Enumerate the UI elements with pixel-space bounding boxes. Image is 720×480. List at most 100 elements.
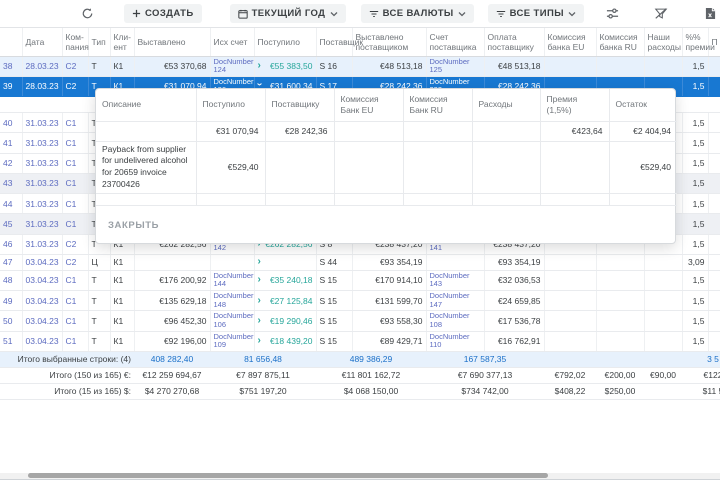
cell-invoice: DocNumber 109 — [210, 331, 255, 352]
types-select[interactable]: ВСЕ ТИПЫ — [487, 4, 584, 23]
chevron-down-icon — [330, 11, 338, 16]
cell-type: Т — [88, 331, 111, 352]
cell-profit — [708, 132, 720, 154]
cell-fee-eu — [544, 290, 597, 312]
cell-supplier: S 15 — [316, 331, 353, 352]
column-header[interactable]: Исх счет — [210, 28, 255, 57]
column-header[interactable]: Наши расходы — [644, 28, 683, 57]
cell-type: Т — [88, 310, 111, 332]
cell-received: › €55 383,50 — [254, 56, 317, 77]
table-row[interactable]: 49 03.04.23 C1 Т К1 €135 629,18 DocNumber 148 › €… — [0, 290, 720, 312]
column-header[interactable]: Ком- пания — [62, 28, 89, 57]
cell-supplier-paid: €93 354,19 — [484, 254, 545, 271]
popup-header-row: Описание Поступило Поставщику Комиссия Банк… — [96, 89, 677, 122]
cell-fee-ru — [596, 331, 645, 352]
cell-fee-ru — [596, 310, 645, 332]
cell-invoice: DocNumber 148 — [210, 290, 255, 312]
scrollbar-thumb[interactable] — [28, 473, 548, 478]
cell-premium-pct: 1,5 — [682, 234, 709, 255]
expand-chevron-icon[interactable]: › — [258, 60, 261, 71]
popup-to-supplier — [264, 193, 335, 207]
column-header[interactable]: Комиссия банка RU — [596, 28, 645, 57]
row-number: 48 — [0, 270, 23, 292]
column-header[interactable]: Счет поставщика — [426, 28, 485, 57]
doc-number: 124 — [213, 65, 227, 75]
row-number: 45 — [0, 213, 23, 235]
deals-app: СОЗДАТЬ ТЕКУЩИЙ ГОД ВСЕ ВАЛЮТЫ ВСЕ ТИПЫ — [0, 0, 720, 480]
cell-date: 31.03.23 — [22, 213, 63, 235]
close-button[interactable]: ЗАКРЫТЬ — [108, 220, 159, 231]
cell-profit — [708, 56, 720, 77]
column-header[interactable]: Тип — [88, 28, 111, 57]
cell-invoice: DocNumber 124 — [210, 56, 255, 77]
expand-chevron-icon[interactable]: › — [258, 315, 261, 326]
popup-description — [96, 120, 197, 142]
horizontal-scrollbar[interactable] — [0, 473, 720, 479]
cell-supplier-issued: €131 599,70 — [352, 290, 427, 312]
tune-icon — [607, 8, 619, 19]
column-header[interactable]: Оплата поставщику — [484, 28, 545, 57]
cell-invoice: DocNumber 144 — [210, 270, 255, 292]
cell-expenses — [644, 331, 683, 352]
cell-premium-pct: 1,5 — [682, 153, 709, 174]
expand-chevron-icon[interactable]: › — [258, 335, 261, 346]
totals-row: Итого выбранные строки: (4) 408 282,40 81 … — [0, 351, 720, 368]
column-header[interactable]: Дата — [22, 28, 63, 57]
totals-received: €7 897 875,11 — [210, 367, 316, 384]
cell-date: 03.04.23 — [22, 331, 63, 352]
totals-expenses — [644, 383, 682, 400]
cell-premium-pct: 1,5 — [682, 56, 709, 77]
clear-filters-button[interactable] — [650, 3, 672, 25]
totals-supplier-paid: €7 690 377,13 — [426, 367, 544, 384]
columns-settings-button[interactable] — [602, 3, 624, 25]
totals-supplier-paid: $734 742,00 — [426, 383, 544, 400]
expand-chevron-icon[interactable]: › — [258, 274, 261, 285]
export-button[interactable] — [700, 3, 720, 25]
create-button[interactable]: СОЗДАТЬ — [124, 4, 202, 23]
cell-date: 31.03.23 — [22, 234, 63, 255]
table-row[interactable]: 48 03.04.23 C1 Т К1 €176 200,92 DocNumber 144 › €… — [0, 270, 720, 292]
cell-profit — [708, 254, 720, 271]
cell-profit — [708, 310, 720, 332]
row-number: 47 — [0, 254, 23, 271]
period-select[interactable]: ТЕКУЩИЙ ГОД — [229, 4, 346, 23]
doc-number: 125 — [429, 65, 443, 75]
cell-profit — [708, 173, 720, 195]
header-row: Дата Ком- пания Тип Кли- ент Выставлено Исх с… — [0, 28, 720, 57]
table-row[interactable]: 51 03.04.23 C1 Т К1 €92 196,00 DocNumber 109 › €1… — [0, 331, 720, 352]
cell-expenses — [644, 56, 683, 77]
table-row[interactable]: 38 28.03.23 C2 Т К1 €53 370,68 DocNumber 124 › €5… — [0, 56, 720, 77]
popup-expenses — [471, 120, 541, 142]
filter-off-icon — [654, 8, 668, 19]
table-row[interactable]: 47 03.04.23 C2 Ц К1 › S 44 €93 354,19 €93 354,19… — [0, 254, 720, 271]
column-header[interactable]: %% премии — [682, 28, 715, 57]
collapse-chevron-icon[interactable]: › — [254, 83, 265, 86]
cell-company: C1 — [62, 213, 89, 235]
column-header[interactable]: Выставлено — [134, 28, 211, 57]
cell-profit — [708, 112, 720, 134]
table-row[interactable]: 50 03.04.23 C1 Т К1 €96 452,30 DocNumber 106 › €1… — [0, 310, 720, 332]
expand-chevron-icon[interactable]: › — [258, 256, 261, 267]
cell-premium-pct: 1,5 — [682, 310, 709, 332]
currencies-select[interactable]: ВСЕ ВАЛЮТЫ — [360, 4, 474, 23]
cell-supplier-paid: €48 513,18 — [484, 56, 545, 77]
cell-supplier-issued: €170 914,10 — [352, 270, 427, 292]
column-header[interactable] — [0, 28, 23, 57]
column-header[interactable]: Поставщик — [316, 28, 363, 57]
expand-chevron-icon[interactable]: › — [258, 295, 261, 306]
column-header[interactable]: Выставлено поставщиком — [352, 28, 427, 57]
cell-client: К1 — [110, 270, 135, 292]
popup-received — [195, 193, 266, 207]
column-header[interactable]: Комиссия банка EU — [544, 28, 597, 57]
cell-supplier: S 15 — [316, 290, 353, 312]
refresh-button[interactable] — [76, 3, 98, 25]
column-header[interactable]: Кли- ент — [110, 28, 135, 57]
row-number: 41 — [0, 132, 23, 154]
totals-fee-eu: €792,02 — [544, 367, 596, 384]
cell-date: 31.03.23 — [22, 193, 63, 215]
cell-supplier-invoice: DocNumber 143 — [426, 270, 485, 292]
totals-supplier-paid: 167 587,35 — [426, 351, 544, 368]
column-header[interactable]: Поступило — [254, 28, 317, 57]
popup-description: Payback from supplier for undelivered al… — [96, 140, 197, 195]
totals-received: 81 656,48 — [210, 351, 316, 368]
